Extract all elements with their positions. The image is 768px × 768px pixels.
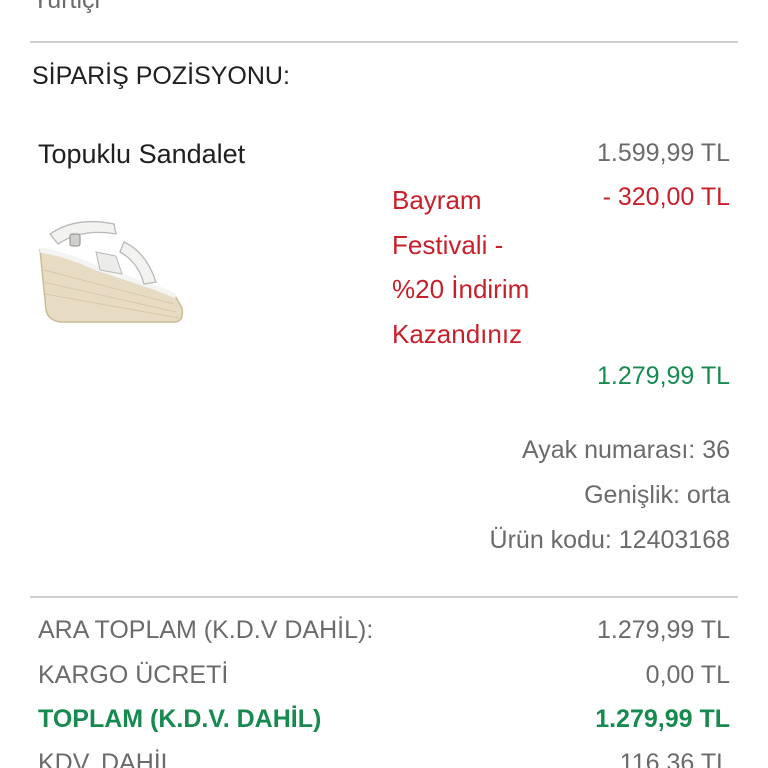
- sandal-icon: [39, 220, 184, 323]
- previous-row-value: Yurtiçi: [32, 0, 101, 14]
- shipping-label: KARGO ÜCRETİ: [38, 661, 229, 689]
- shipping-value: 0,00 TL: [645, 661, 730, 689]
- product-code-detail: Ürün kodu: 12403168: [489, 526, 730, 554]
- vat-value: 116,36 TL: [619, 749, 730, 768]
- discount-amount: - 320,00 TL: [602, 183, 730, 211]
- original-price: 1.599,99 TL: [597, 139, 730, 167]
- width-detail: Genişlik: orta: [584, 481, 730, 509]
- product-name[interactable]: Topuklu Sandalet: [38, 139, 245, 170]
- total-label: TOPLAM (K.D.V. DAHİL): [38, 705, 322, 733]
- order-summary-page: Yurtiçi SİPARİŞ POZİSYONU: Topuklu Sanda…: [0, 0, 768, 768]
- divider-top: [30, 41, 738, 43]
- total-value: 1.279,99 TL: [595, 705, 730, 733]
- divider-summary: [30, 596, 738, 598]
- subtotal-value: 1.279,99 TL: [597, 616, 730, 644]
- vat-label: KDV. DAHİL: [38, 749, 175, 768]
- section-title: SİPARİŞ POZİSYONU:: [32, 62, 290, 90]
- subtotal-label: ARA TOPLAM (K.D.V DAHİL):: [38, 616, 374, 644]
- discount-label: Bayram Festivali - %20 İndirim Kazandını…: [392, 185, 530, 349]
- shoe-size-detail: Ayak numarası: 36: [522, 436, 730, 464]
- final-price: 1.279,99 TL: [597, 362, 730, 390]
- sandal-image[interactable]: [36, 212, 186, 330]
